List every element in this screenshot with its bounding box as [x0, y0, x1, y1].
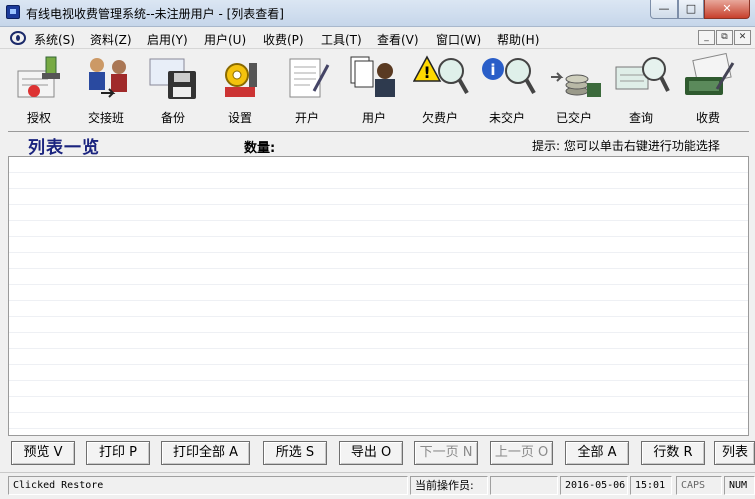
close-button[interactable]: ✕: [704, 0, 750, 19]
hint-text: 提示: 您可以单击右键进行功能选择: [532, 139, 720, 153]
arrears-warning-icon: !: [413, 55, 469, 94]
child-restore-button[interactable]: ⧉: [716, 30, 733, 45]
status-message: Clicked Restore: [8, 476, 408, 495]
search-magnifier-icon: [615, 57, 670, 92]
toolbar-label: 设置: [227, 111, 252, 125]
toolbar-charge[interactable]: 收费: [675, 49, 741, 129]
maximize-button[interactable]: □: [678, 0, 704, 19]
toolbar-arrears[interactable]: ! 欠费户: [407, 49, 473, 129]
operator-value: [490, 476, 558, 495]
toolbar-label: 开户: [294, 111, 319, 125]
status-time: 15:01: [630, 476, 672, 495]
toolbar-label: 查询: [628, 111, 653, 125]
toolbar-label: 欠费户: [421, 111, 458, 125]
menu-window[interactable]: 窗口(W): [436, 31, 481, 48]
charge-money-icon: [685, 53, 735, 95]
toolbar-open-account[interactable]: 开户: [274, 49, 340, 129]
operator-label: 当前操作员:: [410, 476, 488, 495]
list-title: 列表一览: [28, 138, 100, 158]
toolbar-paid[interactable]: 已交户: [541, 49, 607, 129]
toolbar-label: 交接班: [87, 111, 124, 125]
svg-text:!: !: [423, 63, 430, 82]
selected-button[interactable]: 所选 S: [263, 441, 327, 465]
preview-button[interactable]: 预览 V: [11, 441, 75, 465]
list-button[interactable]: 列表: [714, 441, 755, 465]
toolbar-search[interactable]: 查询: [608, 49, 674, 129]
toolbar-label: 备份: [160, 111, 185, 125]
list-grid[interactable]: [8, 157, 749, 436]
menu-help[interactable]: 帮助(H): [497, 31, 539, 48]
toolbar-unpaid[interactable]: i 未交户: [474, 49, 540, 129]
toolbar: 授权 交接班 备份 设置 开户 用户 ! 欠费户 i 未交户 已交户 查询 收费: [0, 49, 755, 129]
unpaid-info-icon: i: [482, 58, 536, 94]
next-page-button[interactable]: 下一页 N: [414, 441, 478, 465]
menu-view[interactable]: 查看(V): [377, 31, 419, 48]
child-minimize-button[interactable]: _: [698, 30, 715, 45]
menu-system[interactable]: 系统(S): [34, 31, 75, 48]
toolbar-label: 授权: [26, 111, 51, 125]
app-icon: [6, 5, 20, 19]
print-button[interactable]: 打印 P: [86, 441, 150, 465]
open-account-icon: [289, 58, 330, 98]
window-title: 有线电视收费管理系统--未注册用户 - [列表查看]: [26, 7, 284, 21]
menu-data[interactable]: 资料(Z): [90, 31, 132, 48]
menu-tools[interactable]: 工具(T): [321, 31, 362, 48]
toolbar-label: 已交户: [555, 111, 592, 125]
print-all-button[interactable]: 打印全部 A: [161, 441, 250, 465]
backup-floppy-icon: [149, 58, 196, 99]
toolbar-settings[interactable]: 设置: [207, 49, 273, 129]
toolbar-shift-handover[interactable]: 交接班: [73, 49, 139, 129]
prev-page-button[interactable]: 上一页 O: [490, 441, 553, 465]
count-label: 数量:: [244, 141, 276, 156]
svg-text:i: i: [490, 61, 495, 79]
num-indicator: NUM: [724, 476, 755, 495]
toolbar-label: 用户: [361, 111, 386, 125]
toolbar-authorize[interactable]: 授权: [6, 49, 72, 129]
status-date: 2016-05-06: [560, 476, 628, 495]
toolbar-label: 收费: [695, 111, 720, 125]
menu-bar: 系统(S) 资料(Z) 启用(Y) 用户(U) 收费(P) 工具(T) 查看(V…: [0, 28, 755, 49]
rows-button[interactable]: 行数 R: [641, 441, 705, 465]
menu-enable[interactable]: 启用(Y): [147, 31, 188, 48]
shift-handover-icon: [89, 58, 127, 98]
menu-charge[interactable]: 收费(P): [263, 31, 304, 48]
toolbar-label: 未交户: [488, 111, 525, 125]
toolbar-backup[interactable]: 备份: [140, 49, 206, 129]
paid-coins-icon: [551, 72, 601, 97]
list-header: 列表一览 数量: 提示: 您可以单击右键进行功能选择: [8, 131, 749, 158]
system-menu-icon[interactable]: [10, 31, 26, 45]
status-bar: Clicked Restore 当前操作员: 2016-05-06 15:01 …: [0, 472, 755, 499]
menu-user[interactable]: 用户(U): [204, 31, 246, 48]
all-button[interactable]: 全部 A: [565, 441, 629, 465]
button-bar: 预览 V 打印 P 打印全部 A 所选 S 导出 O 下一页 N 上一页 O 全…: [0, 437, 755, 469]
caps-indicator: CAPS: [676, 476, 722, 495]
child-close-button[interactable]: ✕: [734, 30, 751, 45]
minimize-button[interactable]: —: [650, 0, 678, 19]
export-button[interactable]: 导出 O: [339, 441, 403, 465]
toolbar-users[interactable]: 用户: [341, 49, 407, 129]
title-bar: 有线电视收费管理系统--未注册用户 - [列表查看] — □ ✕: [0, 0, 755, 27]
authorize-icon: [17, 56, 60, 98]
users-icon: [350, 56, 395, 97]
settings-gear-icon: [225, 63, 257, 97]
